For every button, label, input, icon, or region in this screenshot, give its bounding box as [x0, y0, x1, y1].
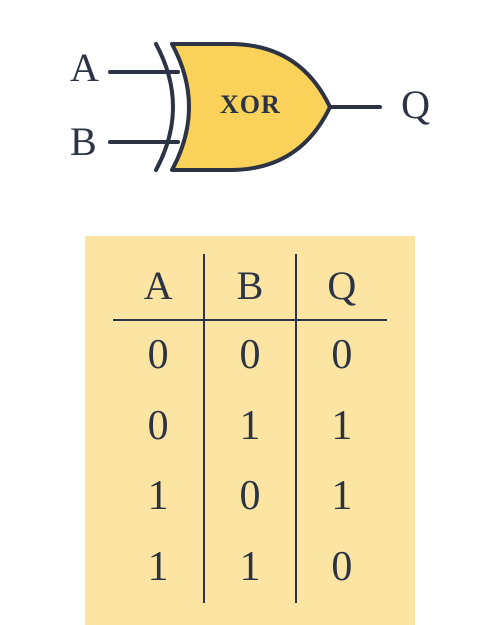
- col-header: A: [113, 254, 204, 320]
- cell: 1: [204, 533, 295, 604]
- cell: 1: [113, 462, 204, 533]
- table-row: 0 1 1: [113, 392, 387, 463]
- input-b-label: B: [70, 122, 97, 162]
- xor-gate-diagram: A B Q XOR: [70, 30, 430, 200]
- col-header: B: [204, 254, 295, 320]
- gate-type-label: XOR: [220, 90, 281, 120]
- table-row: 1 0 1: [113, 462, 387, 533]
- cell: 0: [296, 533, 387, 604]
- cell: 1: [204, 392, 295, 463]
- cell: 1: [296, 392, 387, 463]
- cell: 0: [113, 392, 204, 463]
- output-q-label: Q: [401, 85, 430, 125]
- cell: 0: [204, 320, 295, 392]
- cell: 0: [296, 320, 387, 392]
- input-a-label: A: [70, 48, 99, 88]
- cell: 0: [204, 462, 295, 533]
- cell: 1: [113, 533, 204, 604]
- truth-table: A B Q 0 0 0 0 1 1 1 0: [85, 236, 415, 625]
- table-row: 0 0 0: [113, 320, 387, 392]
- cell: 1: [296, 462, 387, 533]
- table-header-row: A B Q: [113, 254, 387, 320]
- col-header: Q: [296, 254, 387, 320]
- table-row: 1 1 0: [113, 533, 387, 604]
- cell: 0: [113, 320, 204, 392]
